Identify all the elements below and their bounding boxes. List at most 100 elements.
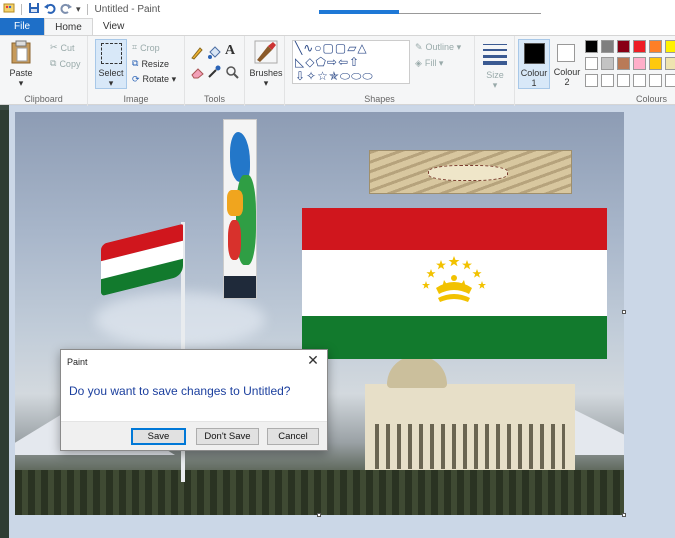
palette-swatch[interactable] bbox=[601, 57, 614, 70]
colour-2-number: 2 bbox=[564, 77, 570, 87]
palette-swatch[interactable] bbox=[617, 74, 630, 87]
fill-bucket-icon[interactable] bbox=[207, 46, 221, 65]
canvas-resize-handle-right[interactable] bbox=[622, 310, 626, 314]
colours-group-label: Colours bbox=[635, 94, 667, 104]
brushes-button[interactable]: Brushes ▾ bbox=[248, 39, 284, 91]
palace-columns bbox=[375, 424, 565, 469]
palace-dome bbox=[387, 356, 447, 388]
map-country-outline bbox=[428, 165, 508, 181]
colour-1-swatch bbox=[524, 43, 545, 64]
fill-button[interactable]: ◈ Fill ▾ bbox=[415, 58, 443, 69]
ribbon-tabs: File Home View bbox=[0, 18, 675, 35]
eraser-icon[interactable] bbox=[190, 66, 204, 84]
dont-save-button[interactable]: Don't Save bbox=[196, 428, 259, 445]
paste-button[interactable]: Paste ▾ bbox=[6, 40, 36, 92]
rotate-label: Rotate ▾ bbox=[142, 74, 177, 84]
save-button[interactable]: Save bbox=[131, 428, 186, 445]
copy-button[interactable]: ⧉ Copy bbox=[50, 58, 80, 69]
save-icon[interactable] bbox=[28, 2, 40, 17]
palette-swatch[interactable] bbox=[665, 40, 675, 53]
canvas-resize-handle-corner[interactable] bbox=[622, 513, 626, 517]
pencil-icon[interactable] bbox=[190, 46, 204, 65]
colour-1-button[interactable]: Colour 1 bbox=[518, 39, 550, 89]
size-label: Size bbox=[486, 70, 504, 80]
colour-2-label: Colour bbox=[553, 67, 581, 77]
paint-app-icon bbox=[3, 2, 15, 17]
dialog-close-icon[interactable]: ✕ bbox=[305, 352, 321, 368]
brush-icon bbox=[254, 40, 278, 69]
dialog-message: Do you want to save changes to Untitled? bbox=[69, 384, 291, 398]
copy-label: Copy bbox=[59, 58, 81, 69]
crop-icon: ⌗ bbox=[132, 42, 138, 52]
scissors-icon: ✂ bbox=[50, 42, 58, 52]
size-button[interactable]: Size ▾ bbox=[478, 41, 512, 91]
resize-icon: ⧉ bbox=[132, 58, 139, 68]
rotate-icon: ⟳ bbox=[132, 74, 140, 84]
dialog-title: Paint bbox=[67, 357, 88, 367]
outline-label: Outline ▾ bbox=[425, 42, 462, 52]
palette-swatch[interactable] bbox=[617, 57, 630, 70]
shapes-row-2[interactable]: ◺◇⬠⇨⇦⇧ bbox=[295, 55, 360, 69]
magnifier-icon[interactable] bbox=[225, 65, 239, 84]
palette-swatch[interactable] bbox=[649, 40, 662, 53]
terrain-map-image bbox=[369, 150, 572, 194]
palace-building bbox=[365, 356, 575, 479]
brushes-label: Brushes bbox=[249, 68, 283, 78]
palette-swatch[interactable] bbox=[633, 40, 646, 53]
palette-swatch[interactable] bbox=[665, 57, 675, 70]
select-button[interactable]: Select ▾ bbox=[95, 39, 127, 89]
rotate-button[interactable]: ⟳ Rotate ▾ bbox=[132, 74, 176, 85]
fill-label: Fill ▾ bbox=[424, 58, 444, 68]
palette-swatch[interactable] bbox=[633, 57, 646, 70]
palette-swatch[interactable] bbox=[617, 40, 630, 53]
undo-icon[interactable] bbox=[44, 2, 56, 17]
colour-2-swatch bbox=[557, 44, 575, 62]
tab-home[interactable]: Home bbox=[44, 18, 93, 35]
colour-1-label: Colour bbox=[520, 68, 548, 78]
cut-button[interactable]: ✂ Cut bbox=[50, 42, 75, 53]
vertical-map-image bbox=[223, 119, 257, 299]
brushes-dropdown-icon: ▾ bbox=[263, 78, 269, 88]
palette-swatch[interactable] bbox=[665, 74, 675, 87]
drawing-canvas[interactable] bbox=[15, 112, 624, 515]
background-window-strip bbox=[319, 0, 541, 14]
palette-swatch[interactable] bbox=[585, 40, 598, 53]
tab-file[interactable]: File bbox=[0, 18, 45, 35]
tab-view[interactable]: View bbox=[93, 18, 135, 35]
customize-quick-access-icon[interactable]: ▾ bbox=[76, 4, 81, 15]
copy-icon: ⧉ bbox=[50, 58, 57, 68]
resize-button[interactable]: ⧉ Resize bbox=[132, 58, 169, 69]
palette-swatch[interactable] bbox=[601, 74, 614, 87]
cancel-button[interactable]: Cancel bbox=[267, 428, 319, 445]
paste-icon bbox=[10, 40, 32, 69]
palette-swatch[interactable] bbox=[649, 74, 662, 87]
palette-swatch[interactable] bbox=[649, 57, 662, 70]
crop-label: Crop bbox=[140, 42, 160, 53]
colour-picker-icon[interactable] bbox=[207, 65, 221, 84]
shapes-row-1[interactable]: ╲∿○▢▢▱△ bbox=[295, 41, 368, 55]
palette-swatch[interactable] bbox=[585, 57, 598, 70]
select-label: Select bbox=[98, 68, 124, 78]
paint-window: ▾ Untitled - Paint File Home View Paste … bbox=[0, 0, 675, 538]
crop-button[interactable]: ⌗ Crop bbox=[132, 42, 160, 53]
paste-dropdown-icon: ▾ bbox=[18, 78, 24, 88]
shapes-row-3[interactable]: ⇩✧☆✯⬭⬭⬭ bbox=[295, 69, 374, 84]
redo-icon[interactable] bbox=[60, 2, 72, 17]
text-tool-icon[interactable]: A bbox=[225, 43, 235, 59]
outline-button[interactable]: ✎ Outline ▾ bbox=[415, 42, 461, 53]
clipboard-group-label: Clipboard bbox=[24, 94, 63, 104]
palette-swatch[interactable] bbox=[585, 74, 598, 87]
ribbon: Paste ▾ ✂ Cut ⧉ Copy Clipboard Image Selec… bbox=[0, 35, 675, 106]
colour-1-number: 1 bbox=[531, 78, 537, 88]
cloud-image-region bbox=[95, 292, 265, 347]
tree-line bbox=[15, 470, 624, 515]
select-rectangle-icon bbox=[101, 43, 122, 64]
shapes-gallery[interactable]: ╲∿○▢▢▱△ ◺◇⬠⇨⇦⇧ ⇩✧☆✯⬭⬭⬭ bbox=[292, 40, 410, 84]
tajikistan-flag-image bbox=[302, 208, 607, 359]
palette-swatch[interactable] bbox=[633, 74, 646, 87]
canvas-resize-handle-bottom[interactable] bbox=[317, 513, 321, 517]
clipboard-group: Paste ▾ ✂ Cut ⧉ Copy Clipboard bbox=[0, 36, 88, 106]
save-changes-dialog: Paint ✕ Do you want to save changes to U… bbox=[60, 349, 328, 451]
palette-swatch[interactable] bbox=[601, 40, 614, 53]
paste-label: Paste bbox=[9, 68, 33, 78]
